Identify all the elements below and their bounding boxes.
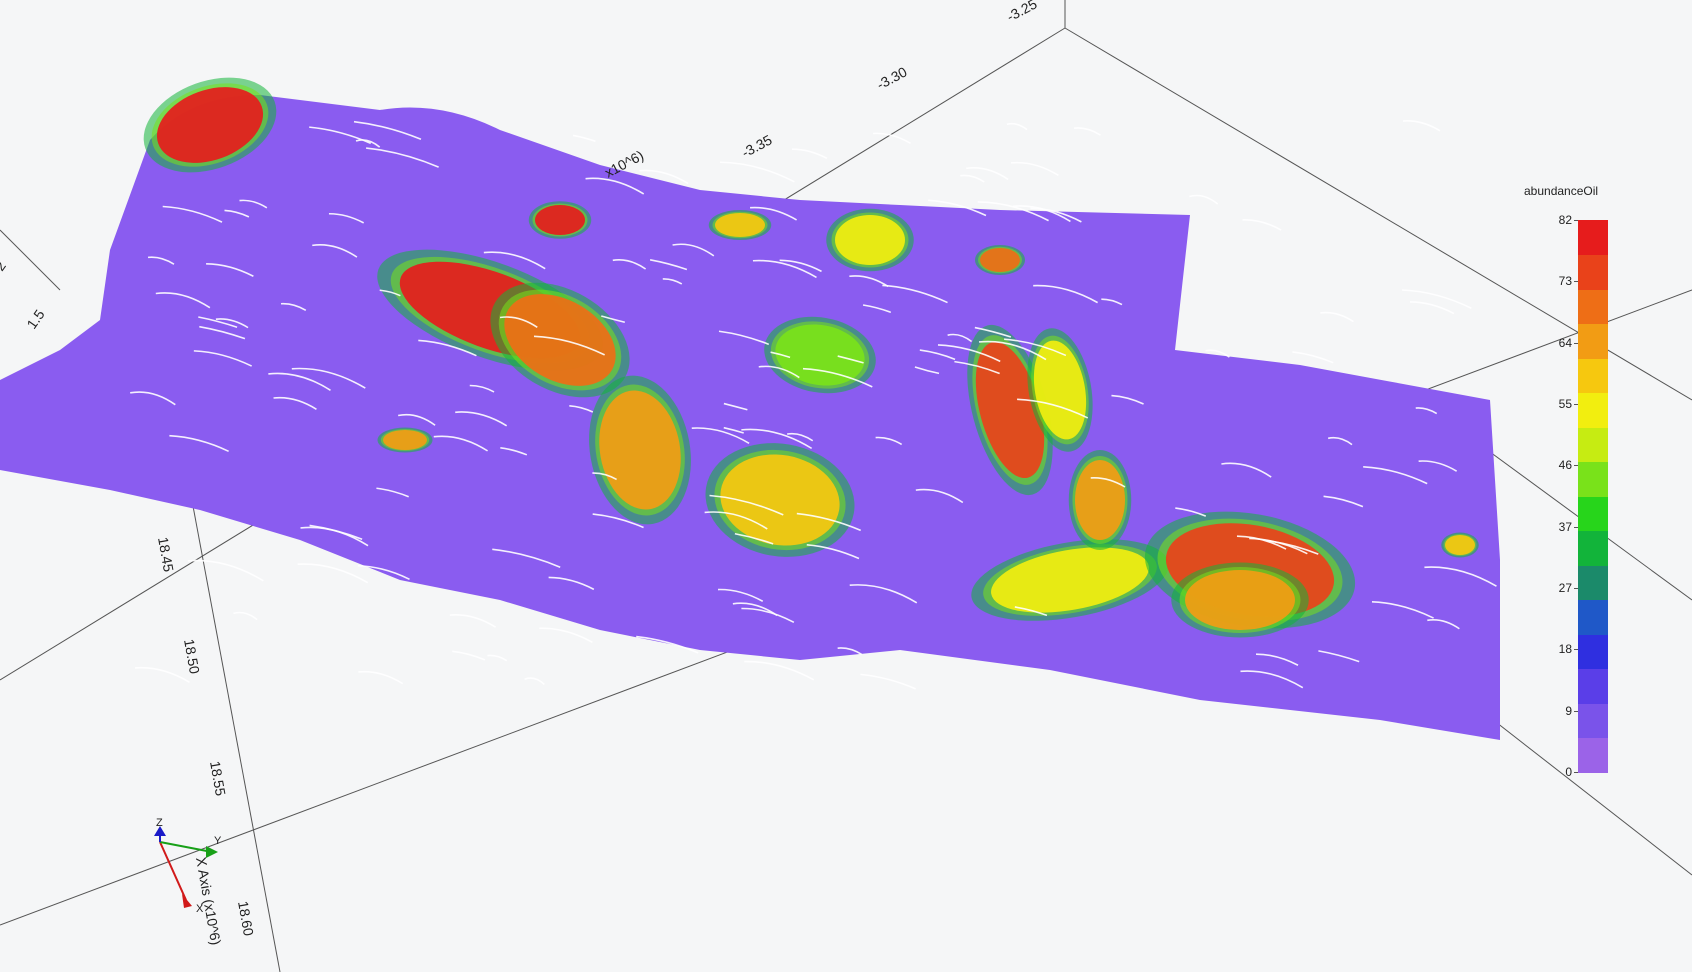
- bottom-axis-tick-4: 18.60: [235, 900, 257, 937]
- orientation-z-label: Z: [156, 817, 163, 829]
- contour-line: [960, 174, 985, 183]
- scalar-bar-band: [1578, 530, 1608, 566]
- abundance-patch: [980, 248, 1020, 272]
- contour-line: [1242, 219, 1282, 231]
- scalar-bar-band: [1578, 289, 1608, 324]
- scalar-bar-legend: abundanceOil 82 73 64 55 46 37 27 18 9 0: [1500, 178, 1610, 779]
- scalar-bar-tick-label: 73: [1558, 274, 1572, 289]
- contour-line: [1073, 127, 1101, 136]
- orientation-y-axis: [159, 841, 213, 853]
- bottom-axis-title: X Axis (x10^6): [193, 856, 224, 946]
- orientation-x-label: X: [196, 903, 204, 915]
- scalar-bar-tick-mark: [1574, 342, 1578, 344]
- scalar-bar-band: [1578, 427, 1608, 462]
- bottom-axis-tick-3: 18.55: [207, 760, 229, 797]
- scalar-bar-band: [1578, 358, 1608, 393]
- contour-line: [134, 666, 190, 683]
- surface-base: [0, 95, 1500, 740]
- terrain-surface: [0, 95, 1500, 740]
- scalar-bar-tick-mark: [1574, 404, 1578, 405]
- scalar-bar-tick-mark: [1574, 526, 1578, 528]
- abundance-patch: [383, 430, 427, 450]
- scalar-bar-band: [1578, 634, 1608, 669]
- abundance-patch: [1445, 535, 1475, 555]
- scalar-bar-tick-mark: [1574, 220, 1578, 221]
- scalar-bar-band: [1578, 737, 1608, 773]
- scalar-bar-title: abundanceOil: [1524, 184, 1599, 198]
- contour-line: [449, 614, 497, 628]
- scalar-bar-band: [1578, 392, 1608, 428]
- top-axis-tick-3: -3.35: [739, 131, 775, 160]
- scalar-bar-band: [1578, 220, 1608, 255]
- contour-line: [1010, 161, 1059, 177]
- abundance-patch: [835, 215, 905, 265]
- scalar-bar-band: [1578, 599, 1608, 635]
- scalar-bar-band: [1578, 668, 1608, 704]
- bottom-axis-tick-2: 18.50: [181, 638, 203, 675]
- contour-line: [791, 148, 828, 160]
- abundance-patch: [715, 213, 765, 237]
- scalar-bar-tick-label: 37: [1558, 519, 1572, 534]
- contour-line: [572, 134, 596, 143]
- contour-line: [452, 650, 486, 661]
- scalar-bar-tick-mark: [1574, 281, 1578, 283]
- scalar-bar-tick-mark: [1574, 588, 1578, 589]
- contour-line: [358, 670, 404, 685]
- scalar-bar-band: [1578, 496, 1608, 531]
- abundance-patch: [535, 205, 585, 235]
- contour-line: [1409, 301, 1455, 315]
- scalar-bar-band: [1578, 323, 1608, 359]
- top-axis-tick-1: -3.25: [1004, 0, 1040, 25]
- orientation-x-arrow-icon: [182, 894, 192, 908]
- scalar-bar-tick-label: 46: [1558, 458, 1572, 473]
- scalar-bar-tick-mark: [1574, 465, 1578, 467]
- scalar-bar-tick-mark: [1574, 649, 1578, 651]
- scalar-bar-tick-label: 27: [1558, 581, 1572, 595]
- orientation-y-arrow-icon: [206, 846, 218, 858]
- contour-line: [966, 167, 1009, 181]
- contour-line: [860, 673, 916, 690]
- scalar-bar-tick-mark: [1574, 710, 1578, 712]
- scalar-bar-tick-label: 82: [1558, 213, 1572, 227]
- contour-line: [1320, 311, 1354, 323]
- contour-line: [1189, 194, 1219, 205]
- top-axis-tick-2: -3.30: [874, 63, 910, 92]
- scalar-bar-tick-label: 64: [1558, 335, 1572, 350]
- left-axis-partial-tick: 2: [0, 258, 9, 274]
- contour-line: [1402, 120, 1441, 132]
- abundance-patch: [1185, 570, 1295, 630]
- contour-line: [233, 611, 258, 621]
- contour-line: [187, 559, 264, 582]
- orientation-x-axis: [159, 841, 187, 901]
- scalar-bar-tick-label: 9: [1565, 703, 1572, 718]
- scalar-bar-band: [1578, 703, 1608, 738]
- contour-line: [487, 654, 508, 662]
- scalar-bar-tick-label: 0: [1565, 765, 1572, 779]
- contour-line: [1006, 122, 1028, 131]
- scalar-bar-tick-mark: [1574, 772, 1578, 773]
- contour-line: [524, 677, 545, 686]
- scalar-bar-band: [1578, 565, 1608, 600]
- 3d-render-viewport[interactable]: -3.25 -3.30 -3.35 x10^6) 2 1.5 18.45 18.…: [0, 0, 1692, 972]
- contour-line: [1292, 351, 1334, 364]
- bottom-axis-tick-1: 18.45: [155, 536, 177, 573]
- bbox-edge-left: [0, 229, 61, 291]
- contour-line: [719, 161, 795, 183]
- scalar-bar-tick-label: 18: [1558, 642, 1572, 657]
- abundance-patch: [1075, 460, 1125, 540]
- contour-line: [297, 563, 369, 584]
- scalar-bar-gradient: [1578, 220, 1608, 773]
- contour-line: [744, 660, 815, 681]
- scalar-bar-tick-label: 55: [1558, 397, 1572, 411]
- left-axis-tick-1: 1.5: [23, 306, 47, 331]
- orientation-y-label: Y: [214, 835, 222, 847]
- contour-line: [539, 627, 593, 643]
- scene-canvas[interactable]: -3.25 -3.30 -3.35 x10^6) 2 1.5 18.45 18.…: [0, 0, 1692, 972]
- scalar-bar-band: [1578, 254, 1608, 290]
- scalar-bar-band: [1578, 461, 1608, 497]
